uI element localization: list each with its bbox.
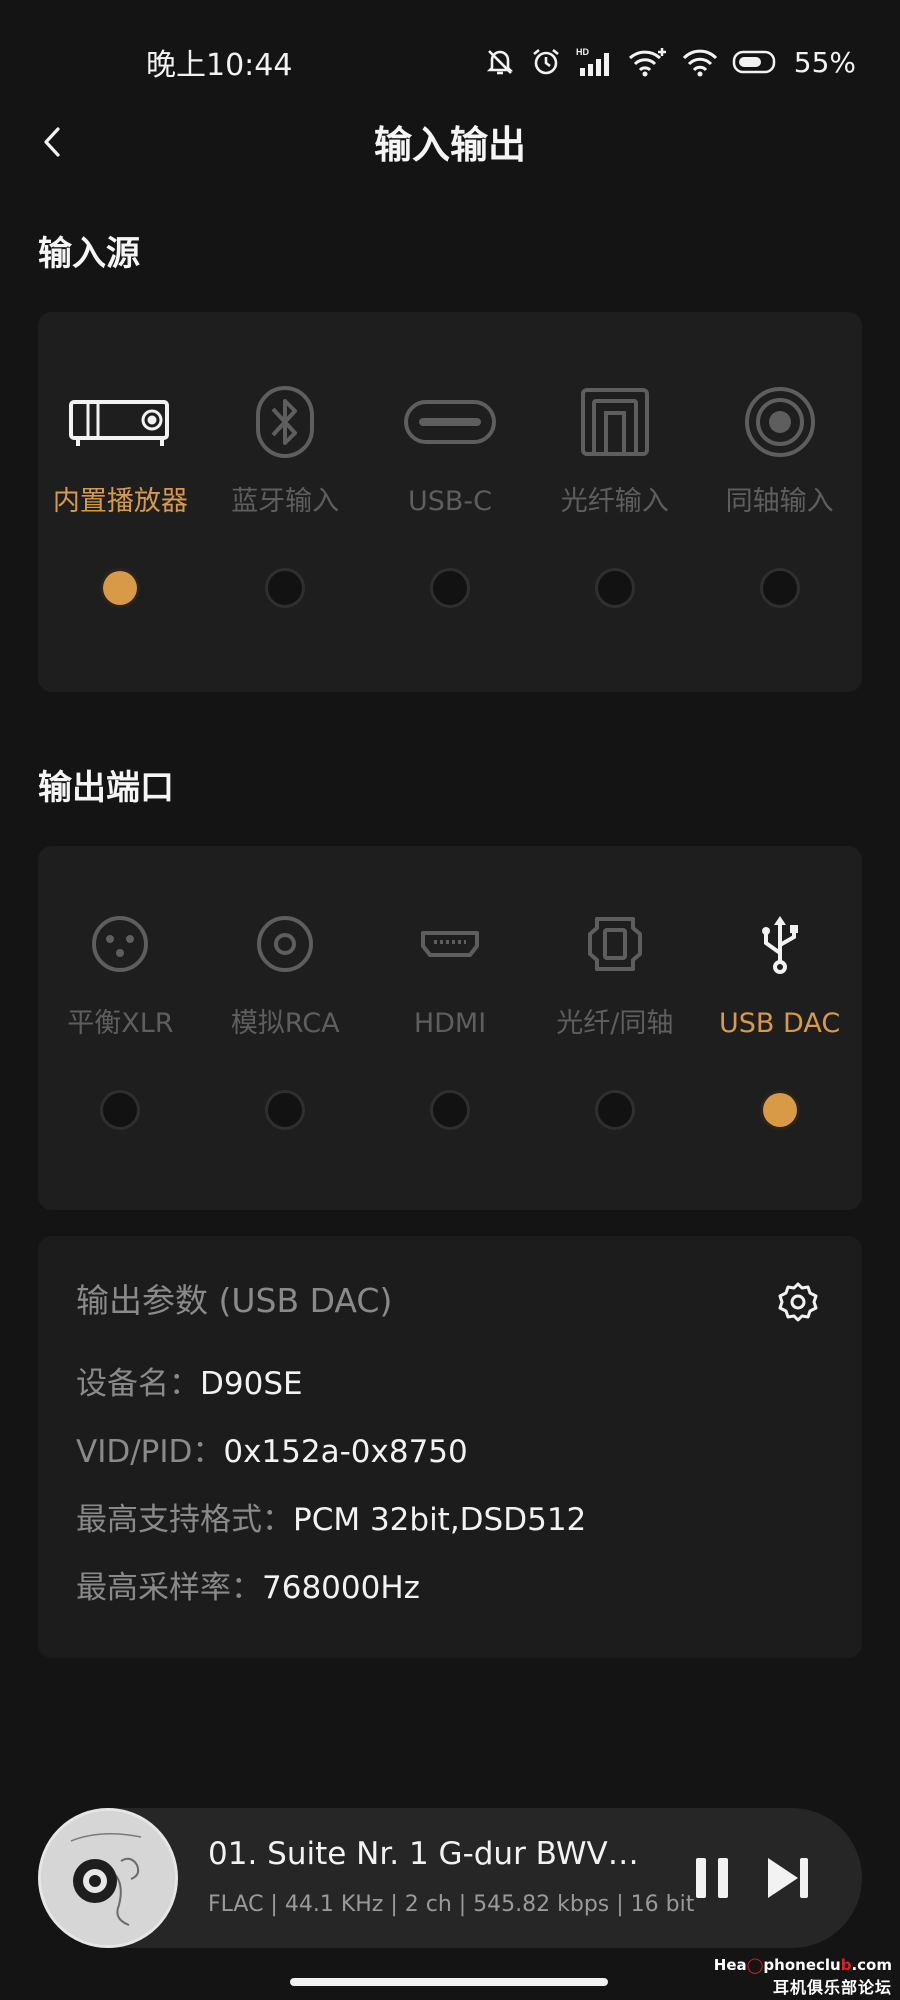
radio-button[interactable]	[759, 568, 800, 608]
param-value: D90SE	[200, 1366, 303, 1402]
input-option-usb-c[interactable]: USB-C	[368, 372, 533, 608]
radio-button[interactable]	[759, 1090, 800, 1130]
gear-icon	[778, 1282, 818, 1322]
radio-button[interactable]	[100, 568, 141, 608]
hdmi-icon	[420, 894, 480, 994]
param-row-device-name: 设备名：D90SE	[76, 1358, 303, 1403]
input-option-builtin-player[interactable]: 内置播放器	[38, 372, 203, 608]
watermark: Hea◯phoneclub.com 耳机俱乐部论坛	[714, 1956, 892, 1998]
rca-icon	[256, 894, 314, 994]
output-params-card: 输出参数 (USB DAC) 设备名：D90SE VID/PID：0x152a-…	[38, 1236, 862, 1658]
watermark-url: Hea◯phoneclub.com	[713, 1956, 892, 1974]
param-row-max-format: 最高支持格式：PCM 32bit,DSD512	[76, 1494, 586, 1539]
hd-signal-icon: HD	[576, 47, 609, 76]
coaxial-icon	[744, 372, 816, 472]
xlr-icon	[91, 894, 149, 994]
mute-bell-icon	[486, 50, 513, 75]
input-section-title: 输入源	[38, 234, 140, 274]
params-title: 输出参数 (USB DAC)	[76, 1281, 393, 1320]
track-title: 01. Suite Nr. 1 G-dur BWV 1...	[208, 1836, 648, 1872]
alarm-icon	[532, 48, 559, 75]
radio-button[interactable]	[594, 568, 635, 608]
player-device-icon	[68, 372, 172, 472]
output-option-rca[interactable]: 模拟RCA	[203, 894, 368, 1130]
status-icons: HD 55%	[484, 40, 856, 84]
usb-c-icon	[403, 372, 497, 472]
input-option-label: 内置播放器	[52, 486, 188, 517]
watermark-text: 耳机俱乐部论坛	[772, 1978, 892, 1997]
param-row-max-samplerate: 最高采样率：768000Hz	[76, 1562, 420, 1607]
output-option-label: USB DAC	[719, 1008, 841, 1039]
output-option-usb-dac[interactable]: USB DAC	[697, 894, 862, 1130]
skip-next-icon	[768, 1858, 808, 1898]
status-time: 晚上10:44	[146, 48, 293, 83]
mini-player[interactable]: 01. Suite Nr. 1 G-dur BWV 1... FLAC | 44…	[38, 1808, 862, 1948]
radio-button[interactable]	[265, 568, 306, 608]
optical-coax-icon	[587, 894, 643, 994]
param-row-vid-pid: VID/PID：0x152a-0x8750	[76, 1426, 468, 1471]
usb-icon	[758, 894, 802, 994]
optical-icon	[580, 372, 650, 472]
radio-button[interactable]	[429, 1090, 470, 1130]
input-option-optical[interactable]: 光纤输入	[532, 372, 697, 608]
param-value: 0x152a-0x8750	[223, 1434, 468, 1470]
output-port-card: 平衡XLR 模拟RCA HDMI 光纤/同轴 USB DAC	[38, 846, 862, 1210]
settings-button[interactable]	[776, 1280, 820, 1324]
status-bar: 晚上10:44 HD 55%	[0, 0, 900, 120]
input-option-label: USB-C	[407, 486, 492, 517]
output-option-label: 平衡XLR	[67, 1008, 174, 1039]
param-key: VID/PID：	[76, 1434, 224, 1470]
radio-button[interactable]	[265, 1090, 306, 1130]
pause-icon	[696, 1858, 728, 1898]
output-section-title: 输出端口	[38, 768, 174, 808]
bluetooth-icon	[255, 372, 315, 472]
output-options: 平衡XLR 模拟RCA HDMI 光纤/同轴 USB DAC	[38, 894, 862, 1130]
pause-button[interactable]	[688, 1854, 736, 1902]
input-option-label: 光纤输入	[560, 486, 669, 517]
album-art[interactable]	[38, 1808, 178, 1948]
output-option-label: 光纤/同轴	[556, 1008, 674, 1039]
page-title: 输入输出	[373, 123, 526, 167]
output-option-label: HDMI	[413, 1008, 487, 1039]
svg-text:HD: HD	[576, 47, 589, 57]
input-option-label: 蓝牙输入	[231, 486, 340, 517]
wifi-plus-icon	[628, 48, 666, 77]
wifi-icon	[682, 49, 717, 77]
radio-button[interactable]	[594, 1090, 635, 1130]
home-indicator[interactable]	[290, 1978, 608, 1986]
param-key: 最高采样率：	[76, 1570, 262, 1606]
param-key: 设备名：	[76, 1366, 200, 1402]
next-button[interactable]	[764, 1854, 812, 1902]
param-value: 768000Hz	[262, 1570, 420, 1606]
param-key: 最高支持格式：	[76, 1502, 293, 1538]
param-value: PCM 32bit,DSD512	[293, 1502, 587, 1538]
input-option-coaxial[interactable]: 同轴输入	[697, 372, 862, 608]
input-option-label: 同轴输入	[725, 486, 834, 517]
output-option-label: 模拟RCA	[230, 1008, 340, 1039]
battery-percent: 55%	[793, 45, 856, 79]
input-options: 内置播放器 蓝牙输入 USB-C 光纤输入 同轴输入	[38, 372, 862, 608]
input-source-card: 内置播放器 蓝牙输入 USB-C 光纤输入 同轴输入	[38, 312, 862, 692]
input-option-bluetooth[interactable]: 蓝牙输入	[203, 372, 368, 608]
radio-button[interactable]	[100, 1090, 141, 1130]
output-option-hdmi[interactable]: HDMI	[368, 894, 533, 1130]
track-meta: FLAC | 44.1 KHz | 2 ch | 545.82 kbps | 1…	[208, 1892, 695, 1917]
battery-icon	[732, 50, 776, 74]
radio-button[interactable]	[429, 568, 470, 608]
output-option-xlr[interactable]: 平衡XLR	[38, 894, 203, 1130]
output-option-optical-coax[interactable]: 光纤/同轴	[532, 894, 697, 1130]
